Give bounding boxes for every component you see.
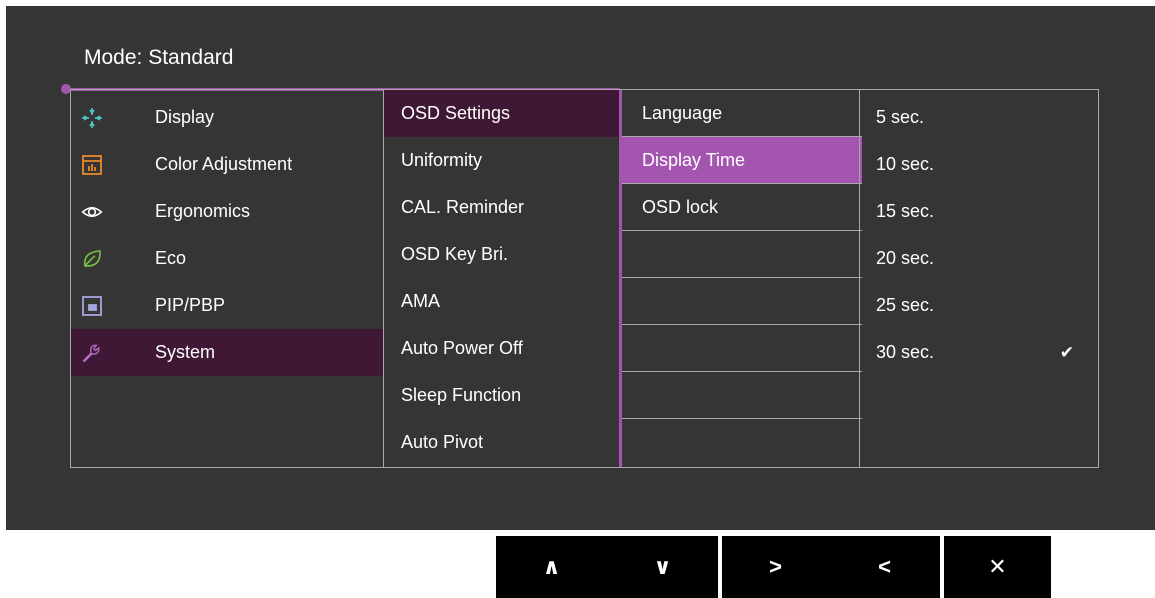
display-time-options: 5 sec. 10 sec. 15 sec. 20 sec. 25 sec. 3… xyxy=(859,90,1098,467)
main-menu-item-system[interactable]: System xyxy=(71,329,383,376)
main-menu-item-pip-pbp[interactable]: PIP/PBP xyxy=(71,282,383,329)
close-icon[interactable]: ✕ xyxy=(940,536,1051,598)
submenu-label: Auto Power Off xyxy=(401,338,523,358)
display-time-option[interactable]: 20 sec. xyxy=(860,235,1098,282)
option-label: 25 sec. xyxy=(876,295,935,315)
main-menu-label: PIP/PBP xyxy=(155,295,226,315)
main-menu: Display Color Adjustment Ergonomics Eco … xyxy=(71,90,383,467)
osd-setting-empty xyxy=(622,325,862,372)
submenu-label: CAL. Reminder xyxy=(401,197,525,217)
submenu-item-auto-power-off[interactable]: Auto Power Off xyxy=(384,325,620,372)
option-label: 20 sec. xyxy=(876,248,935,268)
osd-setting-label: Display Time xyxy=(642,149,746,170)
system-submenu: OSD Settings Uniformity CAL. Reminder OS… xyxy=(383,90,620,467)
color-adjustment-icon xyxy=(81,154,103,176)
submenu-label: Sleep Function xyxy=(401,385,522,405)
down-arrow-icon[interactable]: ∨ xyxy=(607,536,718,598)
submenu-label: AMA xyxy=(401,291,441,311)
display-time-option[interactable]: 5 sec. xyxy=(860,94,1098,141)
submenu-item-ama[interactable]: AMA xyxy=(384,278,620,325)
right-arrow-icon[interactable]: > xyxy=(718,536,829,598)
menu-frame: Display Color Adjustment Ergonomics Eco … xyxy=(70,89,1099,468)
osd-setting-osd-lock[interactable]: OSD lock xyxy=(622,184,862,231)
main-menu-item-eco[interactable]: Eco xyxy=(71,235,383,282)
osd-setting-language[interactable]: Language xyxy=(622,90,862,137)
main-menu-label: Color Adjustment xyxy=(155,154,293,174)
submenu-item-osd-key-bri[interactable]: OSD Key Bri. xyxy=(384,231,620,278)
pip-icon xyxy=(81,295,103,317)
option-label: 10 sec. xyxy=(876,154,935,174)
submenu-item-auto-pivot[interactable]: Auto Pivot xyxy=(384,419,620,466)
main-menu-label: System xyxy=(155,342,216,362)
up-arrow-icon[interactable]: ∧ xyxy=(496,536,607,598)
osd-setting-empty xyxy=(622,419,862,466)
option-label: 5 sec. xyxy=(876,107,925,127)
checkmark-icon: ✔ xyxy=(1059,342,1074,362)
submenu-item-sleep-function[interactable]: Sleep Function xyxy=(384,372,620,419)
display-icon xyxy=(81,107,103,129)
key-guide-bar: ∧ ∨ > < ✕ xyxy=(496,536,1051,598)
osd-setting-display-time[interactable]: Display Time xyxy=(622,137,862,184)
main-menu-item-display[interactable]: Display xyxy=(71,94,383,141)
submenu-item-uniformity[interactable]: Uniformity xyxy=(384,137,620,184)
display-time-option[interactable]: 25 sec. xyxy=(860,282,1098,329)
eye-icon xyxy=(81,201,103,223)
display-time-option-selected[interactable]: 30 sec. ✔ xyxy=(860,329,1098,376)
osd-setting-empty xyxy=(622,372,862,419)
main-menu-label: Eco xyxy=(155,248,187,268)
osd-setting-empty xyxy=(622,278,862,325)
submenu-label: Uniformity xyxy=(401,150,483,170)
option-label: 30 sec. xyxy=(876,342,935,362)
left-arrow-icon[interactable]: < xyxy=(829,536,940,598)
submenu-label: OSD Settings xyxy=(401,103,511,123)
display-time-option[interactable]: 15 sec. xyxy=(860,188,1098,235)
osd-setting-empty xyxy=(622,231,862,278)
main-menu-item-color-adjustment[interactable]: Color Adjustment xyxy=(71,141,383,188)
leaf-icon xyxy=(81,248,103,270)
main-menu-label: Ergonomics xyxy=(155,201,251,221)
osd-setting-label: OSD lock xyxy=(642,196,719,217)
submenu-label: Auto Pivot xyxy=(401,432,484,452)
submenu-item-cal-reminder[interactable]: CAL. Reminder xyxy=(384,184,620,231)
osd-setting-label: Language xyxy=(642,102,723,123)
main-menu-item-ergonomics[interactable]: Ergonomics xyxy=(71,188,383,235)
osd-settings-menu: Language Display Time OSD lock xyxy=(619,90,862,467)
main-menu-label: Display xyxy=(155,107,215,127)
submenu-label: OSD Key Bri. xyxy=(401,244,509,264)
submenu-item-osd-settings[interactable]: OSD Settings xyxy=(384,90,620,137)
wrench-icon xyxy=(81,342,103,364)
display-time-option[interactable]: 10 sec. xyxy=(860,141,1098,188)
mode-label: Mode: Standard xyxy=(84,46,234,69)
option-label: 15 sec. xyxy=(876,201,935,221)
